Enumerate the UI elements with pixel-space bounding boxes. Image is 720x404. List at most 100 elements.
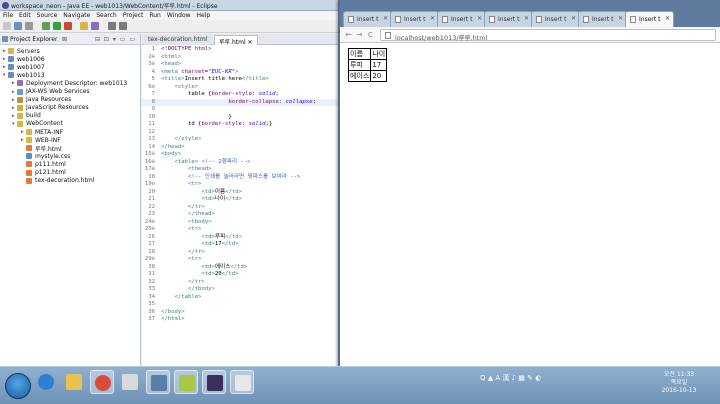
tree-item[interactable]: ▸ JavaScript Resources bbox=[12, 104, 89, 112]
menu-item-project[interactable]: Project bbox=[120, 11, 147, 19]
save-icon[interactable] bbox=[14, 22, 22, 30]
close-tab-icon[interactable]: ✕ bbox=[571, 15, 576, 22]
code-line[interactable]: 13 </style> bbox=[142, 136, 340, 143]
taskbar-clock[interactable]: 오전 11:33 목요일 2016-10-13 bbox=[640, 371, 718, 395]
code-line[interactable]: 37 </html> bbox=[142, 316, 340, 323]
code-line[interactable]: 19⊖ <tr> bbox=[142, 181, 340, 188]
code-line[interactable]: 17⊖ <thead> bbox=[142, 166, 340, 173]
close-tab-icon[interactable]: ✕ bbox=[430, 15, 435, 22]
debug-icon[interactable] bbox=[42, 22, 50, 30]
menu-item-window[interactable]: Window bbox=[164, 11, 194, 19]
code-line[interactable]: 2⊖ <html> bbox=[142, 54, 340, 61]
code-line[interactable]: 31 <td>20</td> bbox=[142, 271, 340, 278]
tree-item[interactable]: p111.html bbox=[21, 160, 66, 168]
taskbar-app-button[interactable] bbox=[146, 370, 170, 394]
tree-item[interactable]: ▸ Java Resources bbox=[12, 96, 71, 104]
taskbar-app-button[interactable] bbox=[90, 370, 114, 394]
stop-icon[interactable] bbox=[64, 22, 72, 30]
code-line[interactable]: 9 bbox=[142, 106, 340, 113]
code-line[interactable]: 12 bbox=[142, 129, 340, 136]
taskbar-app-button[interactable] bbox=[62, 370, 86, 394]
code-line[interactable]: 22 </tr> bbox=[142, 204, 340, 211]
html-editor[interactable]: tex-decoration.html 루루.html ✕ 1 <!DOCTYPE … bbox=[142, 34, 340, 366]
code-line[interactable]: 4 <meta charset="EUC-KR"> bbox=[142, 69, 340, 76]
browser-tab[interactable]: Insert t ✕ bbox=[343, 11, 392, 27]
code-line[interactable]: 28 </tr> bbox=[142, 249, 340, 256]
menu-item-help[interactable]: Help bbox=[194, 11, 214, 19]
code-line[interactable]: 30 <td>에이스</td> bbox=[142, 264, 340, 271]
menu-item-edit[interactable]: Edit bbox=[16, 11, 34, 19]
code-line[interactable]: 21 <td>나이</td> bbox=[142, 196, 340, 203]
tree-item[interactable]: ▸ Servers bbox=[3, 47, 40, 55]
code-line[interactable]: 25⊖ <tr> bbox=[142, 226, 340, 233]
code-line[interactable]: 8 border-collapse: collapse; bbox=[142, 98, 340, 106]
taskbar-app-button[interactable] bbox=[118, 370, 142, 394]
tree-item[interactable]: ▸ web1006 bbox=[3, 55, 45, 63]
close-view-icon[interactable]: ⊠ bbox=[62, 36, 67, 43]
menu-item-run[interactable]: Run bbox=[146, 11, 164, 19]
browser-tab[interactable]: Insert t ✕ bbox=[484, 11, 533, 27]
close-tab-icon[interactable]: ✕ bbox=[618, 15, 623, 22]
code-line[interactable]: 5 <title>Insert title here</title> bbox=[142, 76, 340, 83]
browser-tab[interactable]: Insert t ✕ bbox=[578, 11, 627, 27]
back-button[interactable]: ← bbox=[345, 30, 352, 39]
code-line[interactable]: 26 <td>루피</td> bbox=[142, 234, 340, 241]
code-line[interactable]: 15⊖ <body> bbox=[142, 151, 340, 158]
editor-tab[interactable]: 루루.html ✕ bbox=[214, 35, 258, 46]
forward-button[interactable]: → bbox=[356, 30, 363, 39]
code-line[interactable]: 29⊖ <tr> bbox=[142, 256, 340, 263]
close-tab-icon[interactable]: ✕ bbox=[524, 15, 529, 22]
taskbar-app-button[interactable] bbox=[34, 370, 58, 394]
browser-tab[interactable]: Insert t ✕ bbox=[390, 11, 439, 27]
code-line[interactable]: 24⊖ <tbody> bbox=[142, 219, 340, 226]
menu-item-search[interactable]: Search bbox=[93, 11, 120, 19]
code-line[interactable]: 34 </table> bbox=[142, 294, 340, 301]
code-line[interactable]: 16⊖ <table> <!-- 2행짜리 --> bbox=[142, 159, 340, 166]
code-line[interactable]: 11 td {border-style: solid;} bbox=[142, 121, 340, 128]
code-line[interactable]: 33 </tbody> bbox=[142, 286, 340, 293]
taskbar-app-button[interactable] bbox=[174, 370, 198, 394]
open-type-icon[interactable] bbox=[80, 22, 88, 30]
taskbar-app-button[interactable] bbox=[202, 370, 226, 394]
code-line[interactable]: 32 </tr> bbox=[142, 279, 340, 286]
browser-tab[interactable]: Insert t ✕ bbox=[531, 11, 580, 27]
back-arrow-icon[interactable] bbox=[108, 22, 116, 30]
tree-item[interactable]: ▸ build bbox=[12, 112, 41, 120]
tree-item[interactable]: ▾ web1013 bbox=[3, 71, 45, 79]
tree-item[interactable]: ▸ Deployment Descriptor: web1013 bbox=[12, 79, 127, 87]
tree-item[interactable]: ▸ JAX-WS Web Services bbox=[12, 88, 89, 96]
forward-arrow-icon[interactable] bbox=[119, 22, 127, 30]
browser-tab[interactable]: Insert t ✕ bbox=[625, 11, 674, 27]
tree-item[interactable]: ▾ WebContent bbox=[12, 120, 63, 128]
tree-item[interactable]: p121.html bbox=[21, 169, 66, 177]
tree-item[interactable]: tex-decoration.html bbox=[21, 177, 94, 185]
reload-button[interactable]: C bbox=[368, 31, 373, 39]
print-icon[interactable] bbox=[25, 22, 33, 30]
tree-item[interactable]: mystyle.css bbox=[21, 152, 70, 160]
close-tab-icon[interactable]: ✕ bbox=[383, 15, 388, 22]
code-line[interactable]: 7 table {border-style: solid; bbox=[142, 91, 340, 98]
close-tab-icon[interactable]: ✕ bbox=[665, 15, 670, 22]
tree-item[interactable]: ▸ web1007 bbox=[3, 63, 45, 71]
code-line[interactable]: 14 </head> bbox=[142, 144, 340, 151]
code-line[interactable]: 1 <!DOCTYPE html> bbox=[142, 46, 340, 53]
new-file-icon[interactable] bbox=[3, 22, 11, 30]
browser-tab[interactable]: Insert t ✕ bbox=[437, 11, 486, 27]
run-icon[interactable] bbox=[53, 22, 61, 30]
code-line[interactable]: 10 } bbox=[142, 114, 340, 121]
start-button-icon[interactable] bbox=[5, 373, 31, 399]
code-line[interactable]: 6⊖ <style> bbox=[142, 84, 340, 91]
code-line[interactable]: 35 bbox=[142, 301, 340, 308]
close-tab-icon[interactable]: ✕ bbox=[477, 15, 482, 22]
tree-item[interactable]: 루루.html bbox=[21, 144, 62, 153]
explorer-view-tools[interactable]: ⊟ ⊡ ▾ ▭ ▭ bbox=[95, 36, 136, 43]
code-line[interactable]: 18 <!-- 인쇄를 눌러라면 윗파스를 보여라 --> bbox=[142, 174, 340, 181]
code-line[interactable]: 3⊖ <head> bbox=[142, 61, 340, 68]
search-icon[interactable] bbox=[91, 22, 99, 30]
tree-item[interactable]: ▸ META-INF bbox=[21, 128, 63, 136]
address-bar[interactable]: localhost/web1013/루루.html bbox=[380, 29, 716, 42]
taskbar-app-button[interactable] bbox=[230, 370, 254, 394]
tray-icons[interactable]: Q ▲ A 漢 ♪ ▦ ✎ ◐ bbox=[480, 373, 541, 383]
code-line[interactable]: 20 <td>이름</td> bbox=[142, 189, 340, 196]
menu-item-source[interactable]: Source bbox=[34, 11, 61, 19]
